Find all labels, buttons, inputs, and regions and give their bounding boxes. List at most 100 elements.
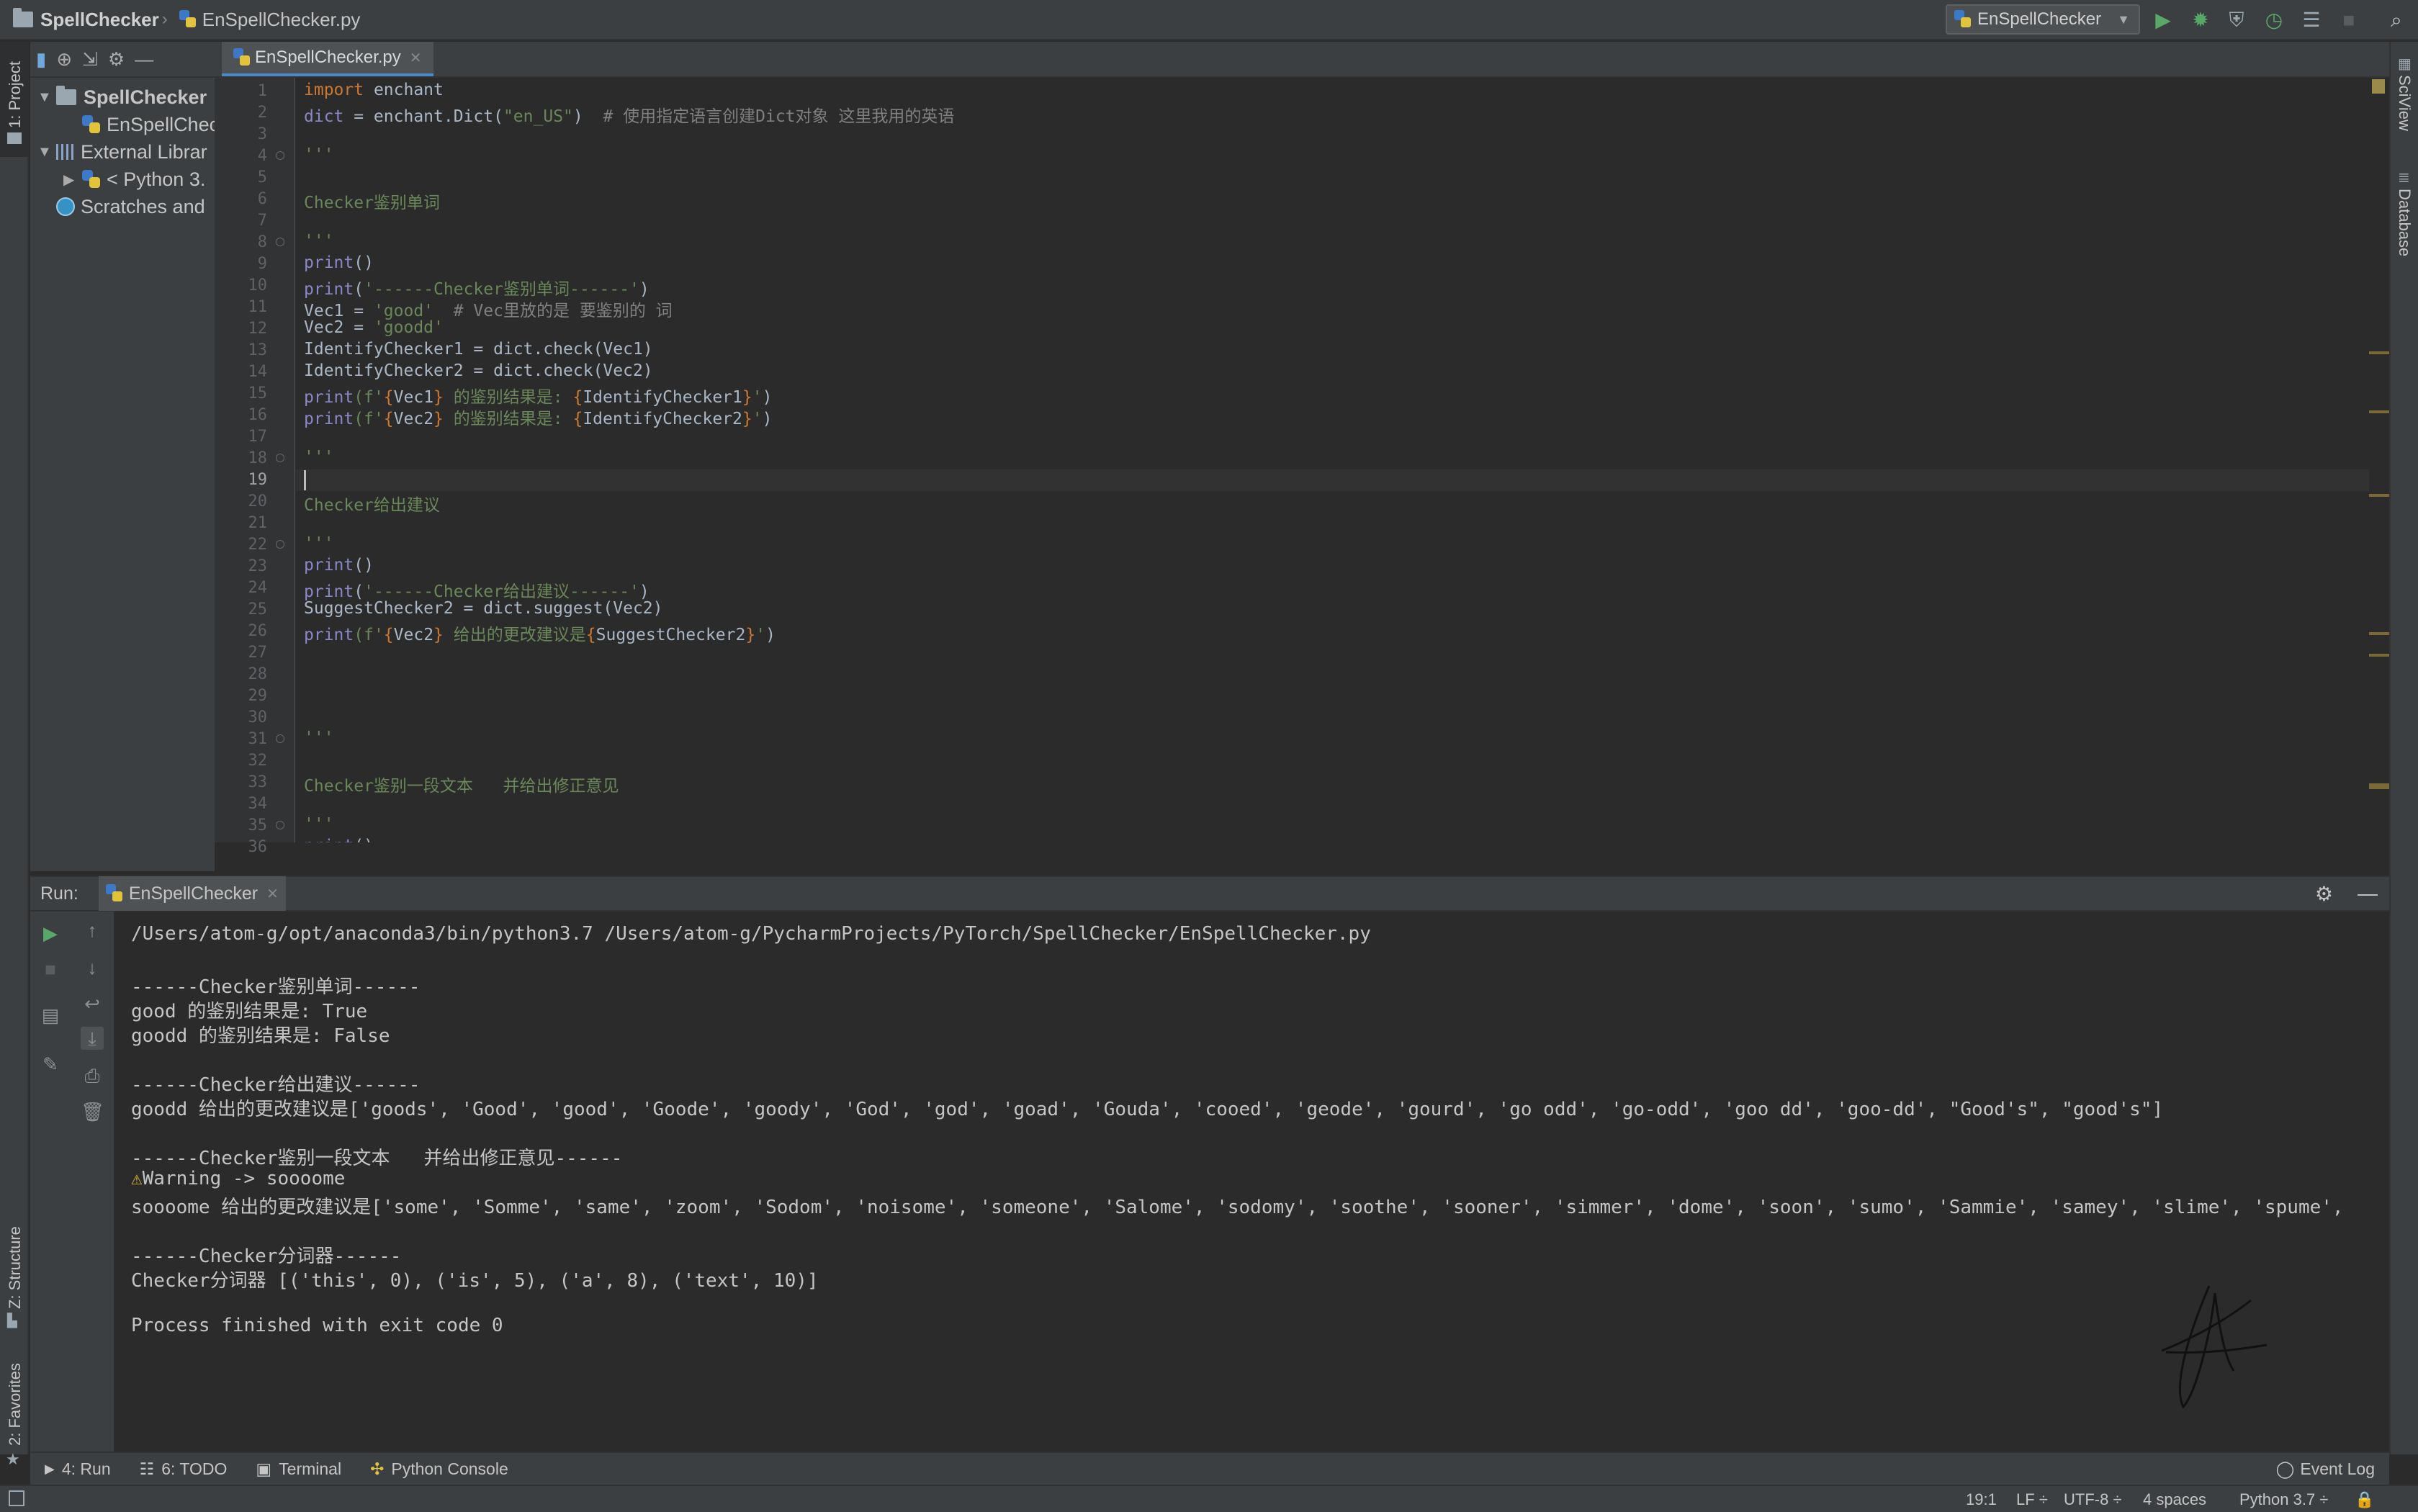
concurrency-icon[interactable]: ☰ [2300,9,2323,32]
indent-setting[interactable]: 4 spaces [2143,1490,2206,1509]
trash-icon[interactable]: 🗑 [81,1100,104,1123]
chevron-down-icon[interactable]: ▼ [37,89,52,106]
minimize-icon[interactable]: — [135,48,153,71]
debug-icon[interactable]: ✹ [2189,9,2212,32]
breadcrumb-file[interactable]: EnSpellChecker.py [202,9,361,31]
terminal-tool-button[interactable]: ▣ Terminal [256,1459,341,1479]
stripe-marker[interactable] [2369,494,2389,497]
inspection-status-icon[interactable] [2372,79,2385,94]
console-line: ⚠Warning -> soooome [131,1168,345,1189]
run-console[interactable]: /Users/atom-g/opt/anaconda3/bin/python3.… [114,912,2389,1452]
line-number: 14 [248,363,268,381]
code-line: Vec1 = 'good' # Vec里放的是 要鉴别的 词 [304,297,673,321]
caret-position[interactable]: 19:1 [1966,1490,1997,1509]
close-icon[interactable]: ✕ [266,885,279,903]
rerun-icon[interactable]: ▶ [39,922,62,945]
console-line: Checker分词器 [('this', 0), ('is', 5), ('a'… [131,1266,819,1292]
stop-icon[interactable]: ■ [2337,9,2360,32]
file-encoding[interactable]: UTF-8 ÷ [2064,1490,2122,1509]
stop-icon[interactable]: ■ [39,958,62,981]
fold-marker-icon[interactable] [276,540,284,549]
line-number: 24 [248,579,268,597]
project-tree-item[interactable]: Scratches and [30,193,205,220]
code-token: { [585,626,596,644]
close-icon[interactable]: ✕ [410,49,422,67]
fold-marker-icon[interactable] [276,454,284,462]
stripe-marker[interactable] [2369,654,2389,657]
arrow-down-icon[interactable]: ↓ [81,956,104,979]
console-text: goodd 给出的更改建议是['goods', 'Good', 'good', … [131,1099,2164,1120]
run-icon[interactable]: ▶ [2152,9,2175,32]
layout-icon[interactable]: ▤ [39,1004,62,1027]
lock-icon[interactable]: 🔒 [2355,1490,2374,1509]
code-editor[interactable]: import enchant dict = enchant.Dict("en_US… [296,78,2389,842]
console-text: ------Checker鉴别一段文本 并给出修正意见------ [131,1148,623,1169]
gear-icon[interactable]: ⚙ [108,48,125,71]
line-number: 9 [257,255,267,273]
todo-tool-button[interactable]: ☷ 6: TODO [140,1459,228,1479]
editor-tab[interactable]: EnSpellChecker.py ✕ [222,42,433,76]
favorites-tool-tab[interactable]: 2: Favorites ★ [0,1309,29,1482]
code-token: print [304,837,354,842]
chevron-right-icon[interactable]: ▶ [63,171,78,189]
code-token: } [433,410,444,428]
project-tool-tab[interactable]: 1: Project [0,42,29,157]
stripe-marker[interactable] [2369,410,2389,413]
project-tree-item[interactable]: EnSpellChec [30,111,215,138]
code-token: ' [755,626,766,644]
line-number: 34 [248,795,268,813]
sciview-tool-tab[interactable]: ▦ SciView [2391,49,2418,150]
stripe-marker[interactable] [2369,632,2389,635]
stripe-marker[interactable] [2369,351,2389,354]
code-token: ) [765,626,776,644]
coverage-icon[interactable]: ⛨ [2225,9,2248,32]
locate-icon[interactable]: ⊕ [56,48,72,71]
run-configuration-select[interactable]: EnSpellChecker ▼ [1946,4,2140,35]
run-tab[interactable]: EnSpellChecker ✕ [98,876,286,911]
search-icon[interactable]: ⌕ [2385,9,2408,32]
soft-wrap-icon[interactable]: ↩ [81,992,104,1015]
arrow-up-icon[interactable]: ↑ [81,919,104,942]
console-line: soooome 给出的更改建议是['some', 'Somme', 'same'… [131,1192,2344,1219]
collapse-all-icon[interactable]: ⇲ [82,48,98,71]
run-tool-button[interactable]: ▶ 4: Run [45,1459,111,1479]
console-line: ------Checker鉴别单词------ [131,972,420,999]
print-icon[interactable]: ⎙ [81,1064,104,1087]
terminal-icon: ▣ [256,1459,272,1478]
play-icon: ▶ [45,1461,55,1476]
fold-marker-icon[interactable] [276,734,284,743]
code-token: () [354,837,374,842]
event-log-button[interactable]: ◯ Event Log [2276,1459,2375,1479]
python-file-icon [179,10,197,29]
scroll-to-end-icon[interactable]: ⤓ [81,1027,104,1050]
run-panel-header: Run: EnSpellChecker ✕ ⚙ — [30,876,2389,912]
line-number: 26 [248,622,268,640]
fold-marker-icon[interactable] [276,151,284,160]
fold-marker-icon[interactable] [276,238,284,246]
project-tree-item[interactable]: ▼ External Librar [30,138,207,166]
database-tool-tab[interactable]: ≣ Database [2391,163,2418,285]
line-separator[interactable]: LF ÷ [2016,1490,2048,1509]
line-number: 16 [248,406,268,424]
list-icon: ☷ [139,1459,155,1478]
profile-icon[interactable]: ◷ [2262,9,2286,32]
gear-icon[interactable]: ⚙ [2315,882,2333,906]
text-caret [304,470,306,490]
console-text: Warning -> soooome [142,1168,346,1189]
error-stripe[interactable] [2369,78,2389,842]
stripe-marker[interactable] [2369,783,2389,789]
project-tree-item[interactable]: ▶ < Python 3. [30,166,205,193]
pin-icon[interactable]: ✎ [39,1053,62,1076]
minimize-icon[interactable]: — [2358,882,2378,905]
fold-marker-icon[interactable] [276,821,284,829]
toggle-tool-windows-icon[interactable] [9,1490,24,1506]
code-line: dict = enchant.Dict("en_US") # 使用指定语言创建D… [304,102,954,127]
chevron-down-icon[interactable]: ▼ [37,144,52,161]
python-file-icon [105,884,123,903]
code-token: ''' [304,232,334,251]
project-view-icon[interactable]: ▮ [36,48,46,71]
python-interpreter[interactable]: Python 3.7 ÷ [2239,1490,2328,1509]
python-console-tool-button[interactable]: ✣ Python Console [370,1459,508,1479]
breadcrumb-project[interactable]: SpellChecker [40,9,159,31]
project-tree-item[interactable]: ▼ SpellChecker [30,84,207,111]
